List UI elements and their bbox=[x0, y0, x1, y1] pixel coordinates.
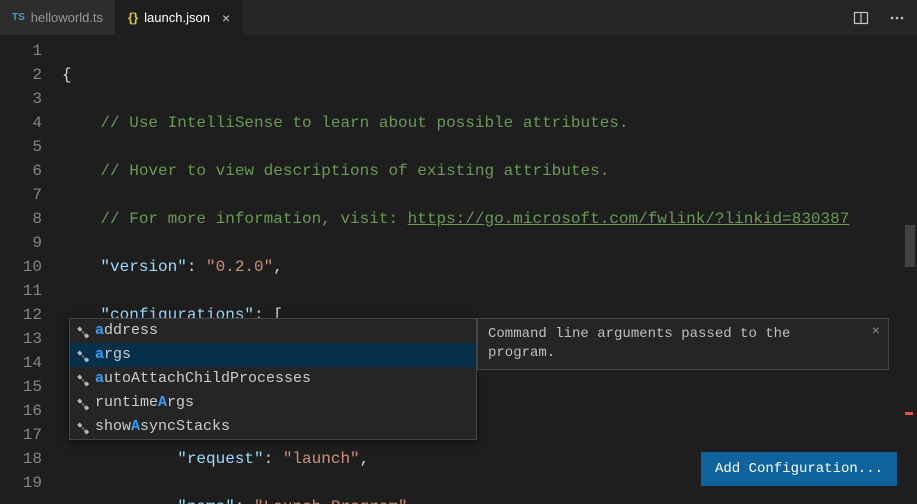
tab-label: helloworld.ts bbox=[31, 10, 103, 25]
wrench-icon bbox=[74, 372, 89, 387]
suggest-item-args[interactable]: args bbox=[70, 343, 476, 367]
suggest-documentation: Command line arguments passed to the pro… bbox=[477, 318, 889, 370]
typescript-icon: TS bbox=[12, 11, 25, 24]
overview-error-marker[interactable] bbox=[905, 412, 913, 415]
close-icon[interactable]: × bbox=[872, 323, 880, 342]
close-icon[interactable]: × bbox=[222, 11, 230, 25]
add-configuration-button[interactable]: Add Configuration... bbox=[701, 452, 897, 486]
wrench-icon bbox=[74, 324, 89, 339]
code-editor[interactable]: 12 34 56 78 910 1112 1314 1516 1718 19 {… bbox=[0, 35, 917, 504]
suggest-doc-text: Command line arguments passed to the pro… bbox=[488, 326, 790, 361]
tab-bar: TS helloworld.ts {} launch.json × bbox=[0, 0, 917, 35]
wrench-icon bbox=[74, 420, 89, 435]
suggest-item-showasyncstacks[interactable]: showAsyncStacks bbox=[70, 415, 476, 439]
suggest-item-address[interactable]: address bbox=[70, 319, 476, 343]
suggest-item-runtimeargs[interactable]: runtimeArgs bbox=[70, 391, 476, 415]
wrench-icon bbox=[74, 348, 89, 363]
suggest-item-autoattach[interactable]: autoAttachChildProcesses bbox=[70, 367, 476, 391]
scrollbar-thumb[interactable] bbox=[905, 225, 915, 267]
tab-launch-json[interactable]: {} launch.json × bbox=[116, 0, 243, 35]
split-editor-icon[interactable] bbox=[847, 4, 875, 32]
wrench-icon bbox=[74, 396, 89, 411]
json-braces-icon: {} bbox=[128, 10, 138, 25]
suggest-widget[interactable]: address args autoAttachChildProcesses ru… bbox=[69, 318, 477, 440]
more-icon[interactable] bbox=[883, 4, 911, 32]
line-number-gutter: 12 34 56 78 910 1112 1314 1516 1718 19 bbox=[0, 35, 62, 495]
tab-helloworld[interactable]: TS helloworld.ts bbox=[0, 0, 116, 35]
vertical-scrollbar[interactable] bbox=[903, 35, 917, 504]
doc-link[interactable]: https://go.microsoft.com/fwlink/?linkid=… bbox=[408, 210, 850, 228]
tab-label: launch.json bbox=[144, 10, 210, 25]
